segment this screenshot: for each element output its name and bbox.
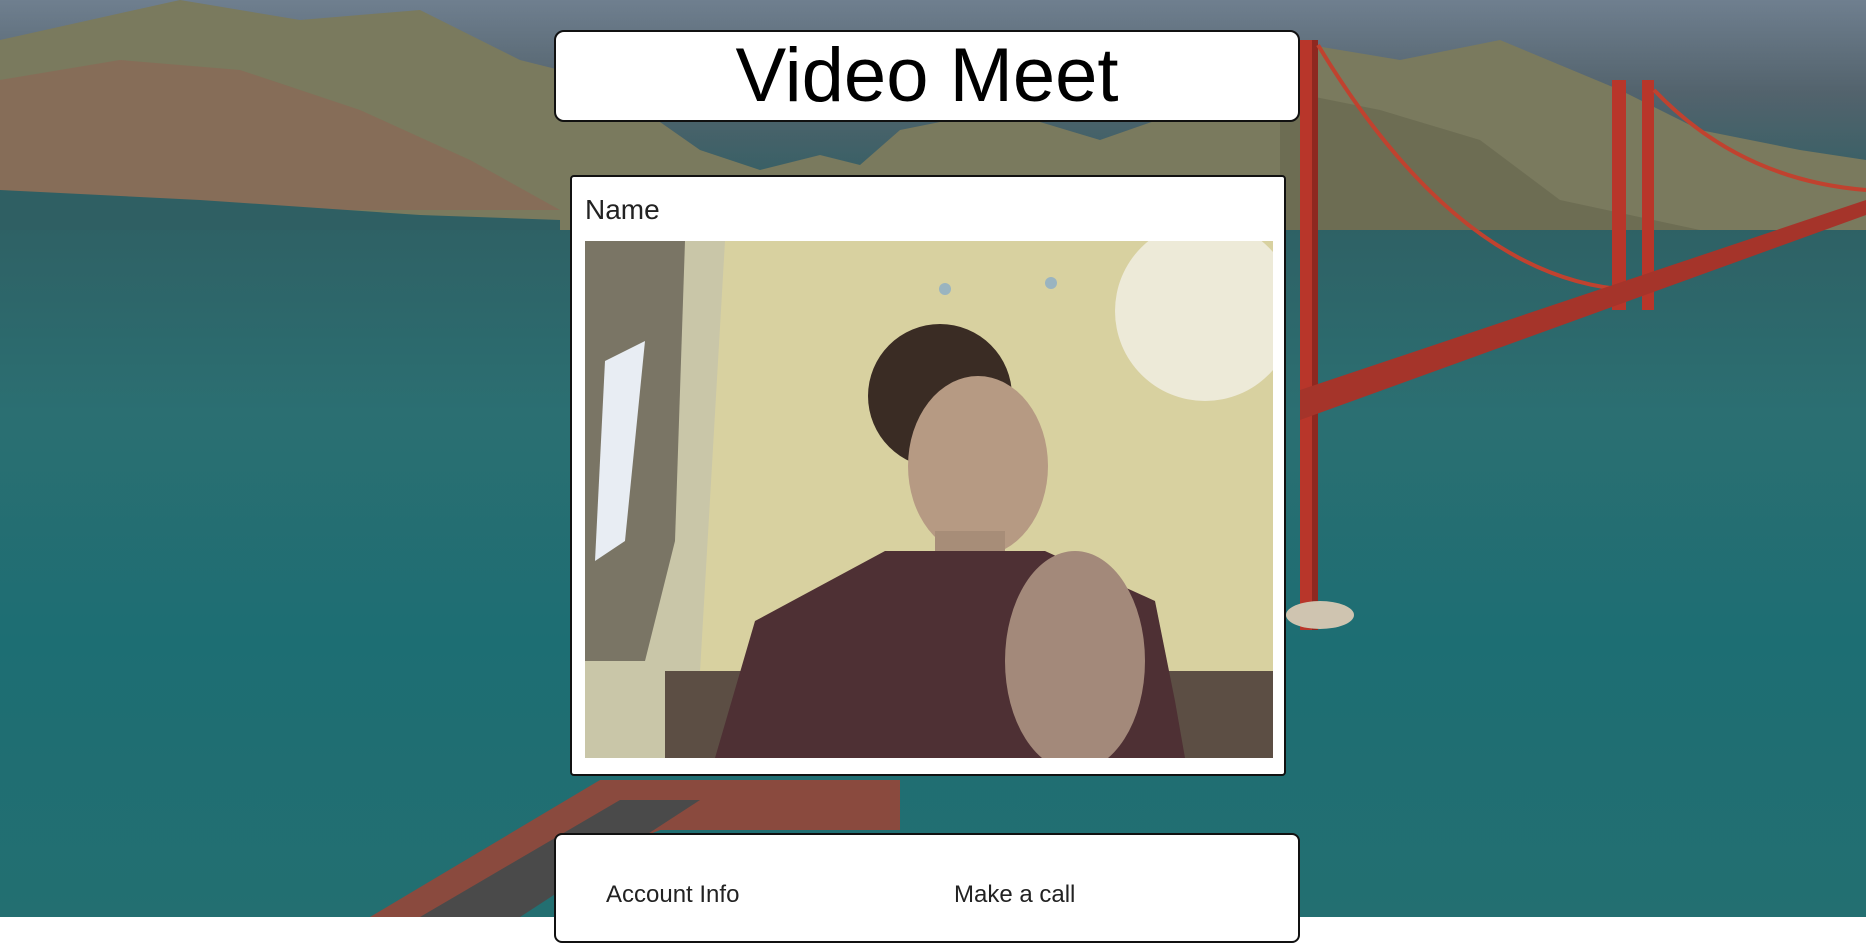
video-feed: [585, 241, 1273, 758]
participant-name: Name: [585, 194, 660, 225]
app-title-bar: Video Meet: [554, 30, 1300, 122]
video-feed-image: [585, 241, 1273, 758]
video-panel: Name: [570, 175, 1286, 776]
bottom-navigation-panel: Account Info Make a call: [554, 833, 1300, 943]
app-title: Video Meet: [735, 33, 1119, 118]
make-call-link[interactable]: Make a call: [954, 881, 1075, 909]
account-info-link[interactable]: Account Info: [606, 881, 739, 909]
